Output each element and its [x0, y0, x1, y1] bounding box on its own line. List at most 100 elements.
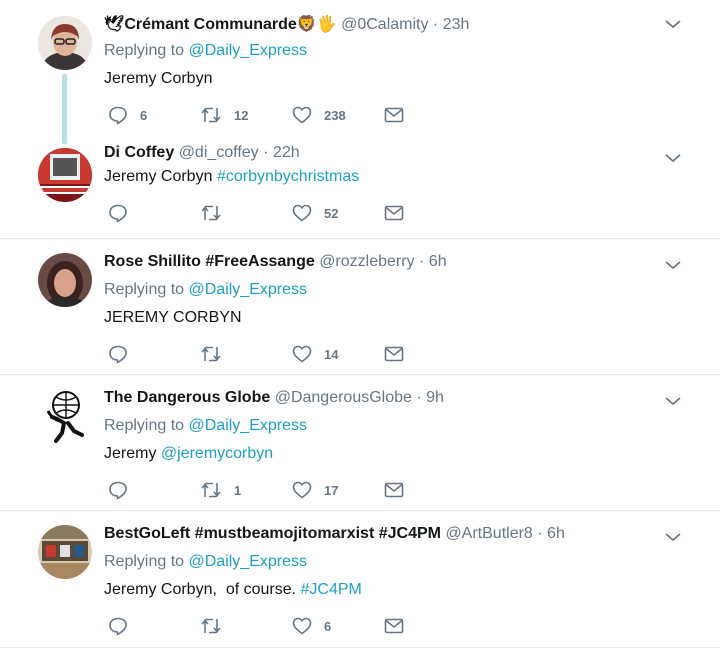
tweet-text: Jeremy @jeremycorbyn	[104, 445, 273, 463]
author-name[interactable]: The Dangerous Globe	[104, 389, 270, 406]
avatar[interactable]	[38, 253, 92, 307]
tweet-text: JEREMY CORBYN	[104, 309, 242, 327]
hashtag-link[interactable]: #JC4PM	[301, 581, 362, 598]
heart-icon	[292, 106, 312, 124]
like-count: 17	[324, 482, 339, 498]
author-name[interactable]: BestGoLeft #mustbeamojitomarxist #JC4PM	[104, 525, 441, 542]
envelope-icon	[384, 346, 404, 362]
tweet-actions: 1 17	[104, 479, 424, 501]
message-button[interactable]	[384, 104, 404, 126]
replying-to-label: Replying to	[104, 42, 185, 59]
mention-link[interactable]: @jeremycorbyn	[161, 445, 273, 462]
retweet-icon	[201, 205, 221, 221]
like-button[interactable]: 52	[292, 202, 338, 224]
chevron-down-icon[interactable]	[664, 152, 682, 164]
like-button[interactable]: 238	[292, 104, 346, 126]
author-name[interactable]: Di Coffey	[104, 144, 174, 161]
envelope-icon	[384, 618, 404, 634]
tweet-1[interactable]: 🕊Crémant Communarde🦁🖐 @0Calamity · 23h R…	[0, 0, 720, 144]
message-button[interactable]	[384, 479, 404, 501]
message-button[interactable]	[384, 343, 404, 365]
replying-to-link[interactable]: @Daily_Express	[189, 553, 308, 570]
avatar[interactable]	[38, 16, 92, 70]
author-handle[interactable]: @0Calamity	[341, 16, 428, 33]
retweet-button[interactable]: 12	[200, 104, 248, 126]
envelope-icon	[384, 205, 404, 221]
replying-to-label: Replying to	[104, 553, 185, 570]
reply-count: 6	[140, 107, 148, 123]
tweet-text: Jeremy Corbyn #corbynbychristmas	[104, 168, 359, 186]
author-handle[interactable]: @DangerousGlobe	[275, 389, 412, 406]
replying-to-link[interactable]: @Daily_Express	[189, 281, 308, 298]
avatar[interactable]	[38, 148, 92, 202]
author-handle[interactable]: @di_coffey	[179, 144, 259, 161]
tweet-2[interactable]: Di Coffey @di_coffey · 22h Jeremy Corbyn…	[0, 142, 720, 239]
reply-button[interactable]	[108, 343, 140, 365]
tweet-text: Jeremy Corbyn	[104, 70, 212, 88]
reply-icon	[109, 481, 127, 500]
message-button[interactable]	[384, 615, 404, 637]
reply-icon	[109, 345, 127, 364]
retweet-icon	[201, 107, 221, 123]
tweet-actions: 14	[104, 343, 424, 365]
reply-button[interactable]: 6	[108, 104, 147, 126]
like-count: 6	[324, 618, 332, 634]
reply-icon	[109, 617, 127, 636]
tweet-text-body: JEREMY CORBYN	[104, 309, 242, 326]
replying-to: Replying to @Daily_Express	[104, 42, 307, 60]
author-handle[interactable]: @rozzleberry	[319, 253, 414, 270]
tweet-time[interactable]: · 6h	[419, 253, 447, 270]
author-handle[interactable]: @ArtButler8	[445, 525, 532, 542]
reply-icon	[109, 106, 127, 125]
reply-button[interactable]	[108, 615, 140, 637]
reply-button[interactable]	[108, 479, 140, 501]
tweet-text-body: Jeremy	[104, 445, 157, 462]
author-name[interactable]: 🕊Crémant Communarde🦁🖐	[104, 16, 337, 33]
retweet-button[interactable]	[200, 202, 234, 224]
replying-to-link[interactable]: @Daily_Express	[189, 417, 308, 434]
like-button[interactable]: 17	[292, 479, 338, 501]
like-count: 238	[324, 107, 346, 123]
tweet-4[interactable]: The Dangerous Globe @DangerousGlobe · 9h…	[0, 375, 720, 511]
avatar[interactable]	[38, 389, 92, 443]
chevron-down-icon[interactable]	[664, 531, 682, 543]
tweet-5[interactable]: BestGoLeft #mustbeamojitomarxist #JC4PM …	[0, 511, 720, 648]
retweet-button[interactable]	[200, 615, 234, 637]
envelope-icon	[384, 107, 404, 123]
tweet-text-body: Jeremy Corbyn	[104, 168, 213, 185]
retweet-count: 1	[234, 482, 242, 498]
heart-icon	[292, 204, 312, 222]
retweet-icon	[201, 482, 221, 498]
retweet-button[interactable]	[200, 343, 234, 365]
avatar[interactable]	[38, 525, 92, 579]
tweet-time[interactable]: · 9h	[416, 389, 444, 406]
tweet-text: Jeremy Corbyn, of course. #JC4PM	[104, 581, 362, 599]
replying-to: Replying to @Daily_Express	[104, 281, 307, 299]
heart-icon	[292, 481, 312, 499]
tweet-3[interactable]: Rose Shillito #FreeAssange @rozzleberry …	[0, 239, 720, 375]
tweet-text-body: Jeremy Corbyn	[104, 70, 213, 87]
retweet-icon	[201, 346, 221, 362]
chevron-down-icon[interactable]	[664, 395, 682, 407]
reply-icon	[109, 204, 127, 223]
chevron-down-icon[interactable]	[664, 18, 682, 30]
like-button[interactable]: 14	[292, 343, 338, 365]
replying-to: Replying to @Daily_Express	[104, 553, 307, 571]
retweet-button[interactable]: 1	[200, 479, 241, 501]
replying-to-label: Replying to	[104, 417, 185, 434]
tweet-actions: 6	[104, 615, 424, 637]
retweet-count: 12	[234, 107, 249, 123]
chevron-down-icon[interactable]	[664, 259, 682, 271]
replying-to: Replying to @Daily_Express	[104, 417, 307, 435]
like-button[interactable]: 6	[292, 615, 331, 637]
tweet-time[interactable]: · 22h	[263, 144, 299, 161]
author-name[interactable]: Rose Shillito #FreeAssange	[104, 253, 315, 270]
tweet-time[interactable]: · 23h	[433, 16, 469, 33]
reply-button[interactable]	[108, 202, 140, 224]
tweet-time[interactable]: · 6h	[537, 525, 565, 542]
replying-to-link[interactable]: @Daily_Express	[189, 42, 308, 59]
retweet-icon	[201, 618, 221, 634]
message-button[interactable]	[384, 202, 404, 224]
like-count: 14	[324, 346, 339, 362]
hashtag-link[interactable]: #corbynbychristmas	[217, 168, 359, 185]
